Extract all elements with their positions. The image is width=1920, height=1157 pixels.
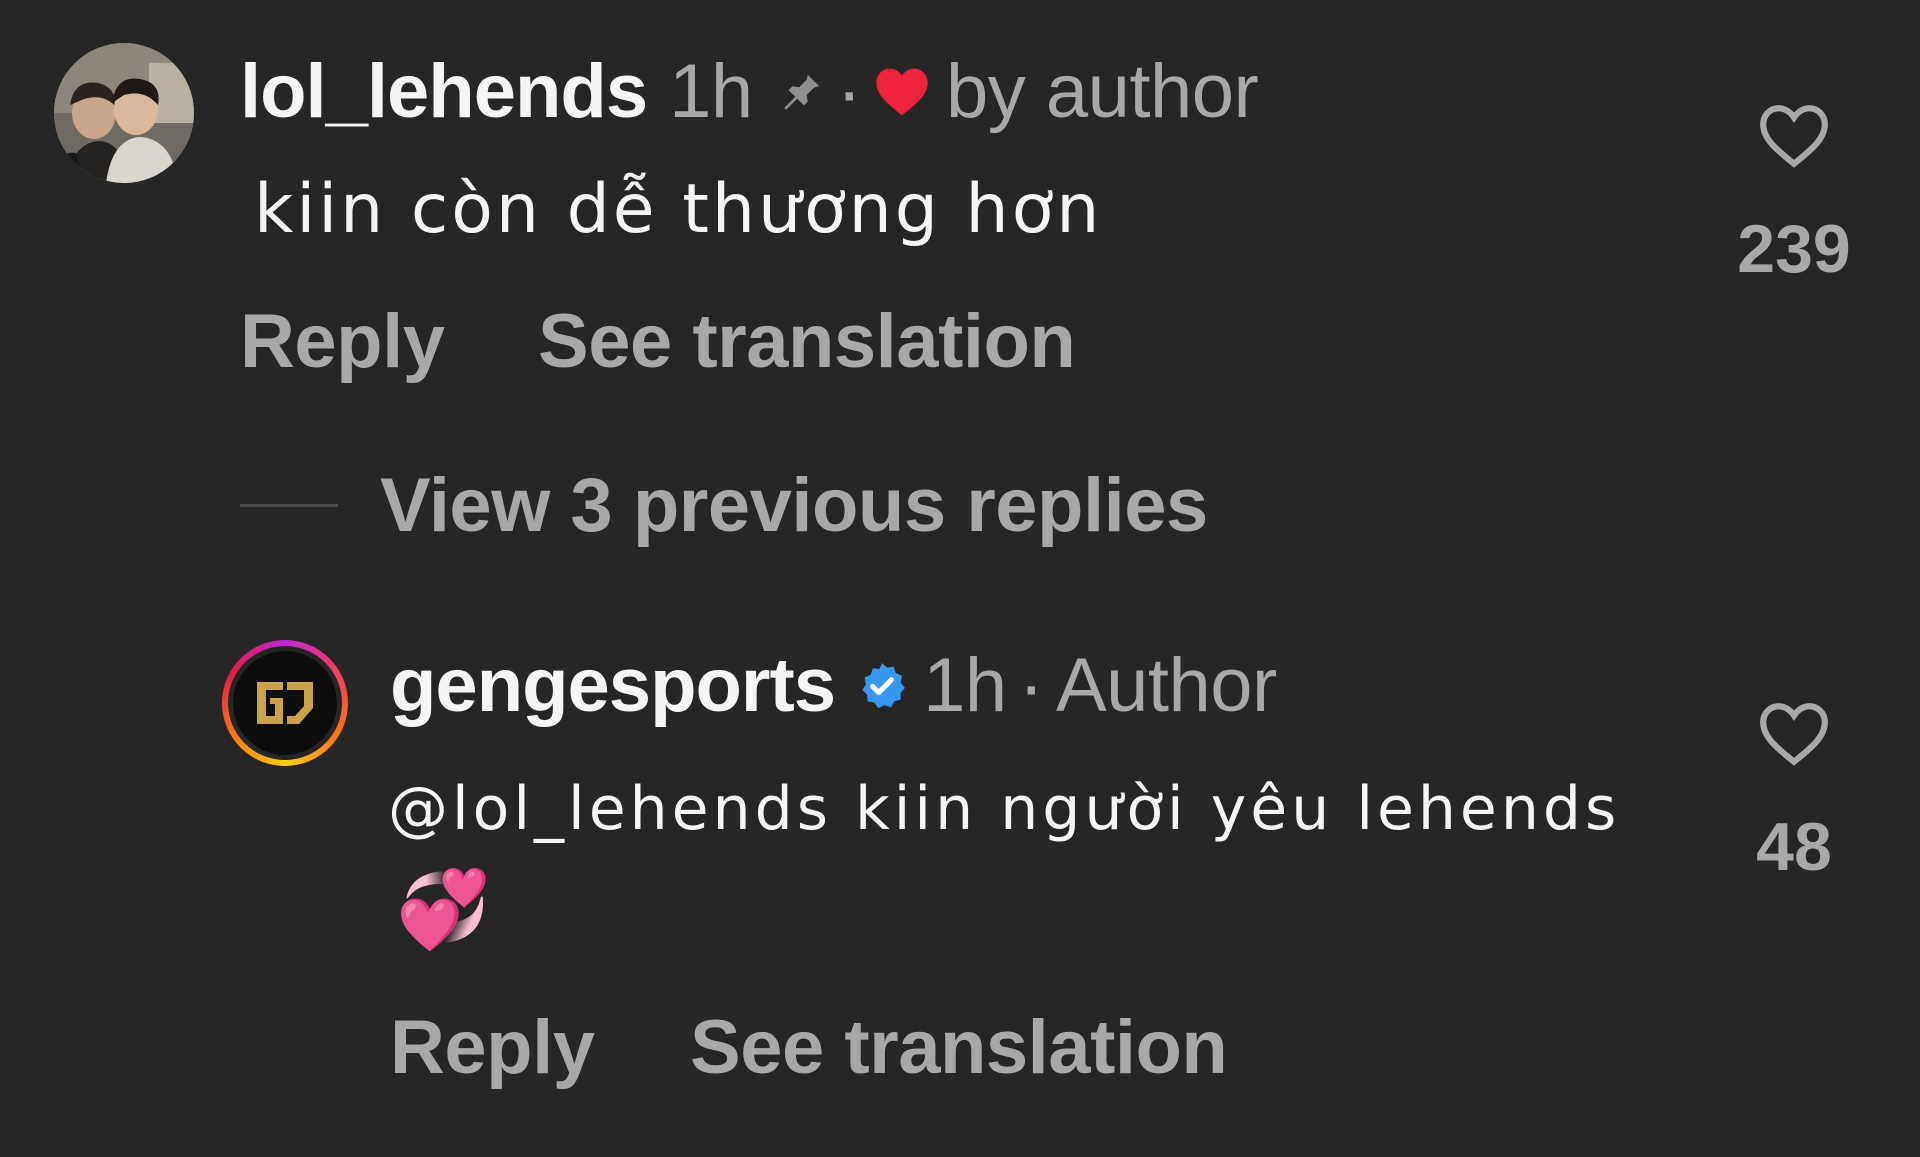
liked-by-author-label: by author <box>945 49 1259 134</box>
comment-header: lol_lehends 1h · by author <box>240 48 1259 135</box>
geng-logo <box>233 651 337 755</box>
see-translation-button[interactable]: See translation <box>538 298 1076 385</box>
username[interactable]: lol_lehends <box>240 48 648 135</box>
comment-text-line-2: 💞 <box>396 864 491 953</box>
heart-outline-icon[interactable] <box>1757 102 1831 174</box>
separator-dot: · <box>1018 643 1044 728</box>
like-count: 48 <box>1756 809 1832 885</box>
comment-header: gengesports 1h · Author <box>390 642 1277 729</box>
heart-filled-icon <box>874 66 930 118</box>
see-translation-button[interactable]: See translation <box>690 1004 1228 1091</box>
heart-outline-icon[interactable] <box>1757 700 1831 772</box>
avatar-gengesports[interactable] <box>222 640 348 766</box>
username[interactable]: gengesports <box>390 642 836 729</box>
timestamp: 1h <box>669 49 753 134</box>
view-previous-replies[interactable]: View 3 previous replies <box>240 462 1208 549</box>
timestamp: 1h <box>923 643 1007 728</box>
avatar-lol-lehends[interactable] <box>54 43 194 183</box>
separator-dot: · <box>836 49 862 134</box>
like-count: 239 <box>1737 211 1851 287</box>
divider-line <box>240 504 338 507</box>
like-column: 48 <box>1714 700 1874 886</box>
like-column: 239 <box>1714 102 1874 288</box>
pin-icon <box>779 69 825 115</box>
view-replies-label: View 3 previous replies <box>380 463 1208 548</box>
reply-button[interactable]: Reply <box>390 1004 595 1091</box>
comment-text-line-1: @lol_lehends kiin người yêu lehends <box>388 774 1621 844</box>
author-badge: Author <box>1055 643 1277 728</box>
reply-button[interactable]: Reply <box>240 298 445 385</box>
verified-badge-icon <box>857 661 907 711</box>
avatar-photo <box>54 43 194 183</box>
comment-text: kiin còn dễ thương hơn <box>254 170 1103 249</box>
